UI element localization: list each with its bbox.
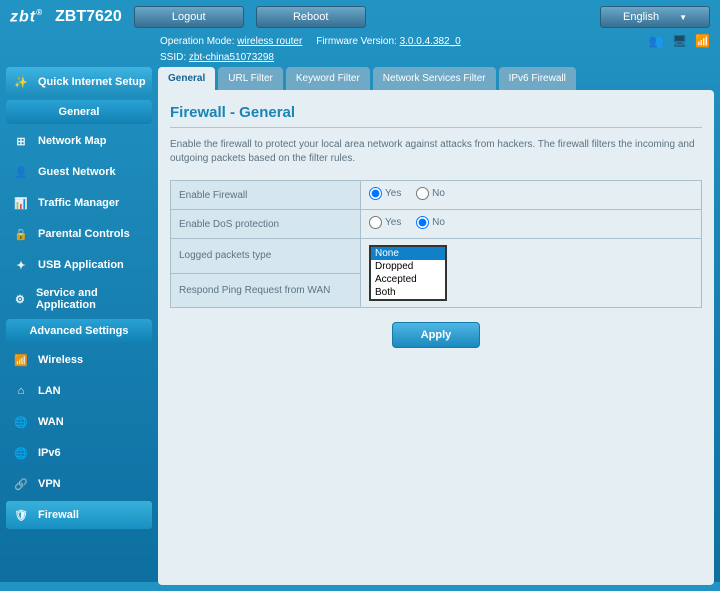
ssid-link[interactable]: zbt-china51073298 — [189, 52, 274, 63]
sidebar-item-parental-controls[interactable]: 🔒 Parental Controls — [6, 220, 152, 248]
network-map-icon: ⊞ — [12, 132, 30, 150]
shield-icon: 🛡 — [12, 506, 30, 524]
sidebar-item-wan[interactable]: 🌐 WAN — [6, 408, 152, 436]
sidebar-item-firewall[interactable]: 🛡 Firewall — [6, 501, 152, 529]
enable-dos-yes[interactable]: Yes — [369, 216, 401, 229]
sidebar-item-label: Parental Controls — [38, 228, 130, 240]
sidebar-item-label: Firewall — [38, 509, 79, 521]
sidebar-header-general: General — [6, 100, 152, 124]
quick-setup-button[interactable]: ✨ Quick Internet Setup — [6, 67, 152, 97]
apply-button[interactable]: Apply — [392, 322, 481, 348]
guest-network-icon: 👤 — [12, 163, 30, 181]
sidebar-item-wireless[interactable]: 📶 Wireless — [6, 346, 152, 374]
info-bar: Operation Mode: wireless router Firmware… — [0, 32, 720, 52]
gear-icon: ⚙ — [12, 290, 28, 308]
dropdown-opt-accepted[interactable]: Accepted — [371, 273, 445, 286]
globe-icon: 🌐 — [12, 413, 30, 431]
dropdown-opt-dropped[interactable]: Dropped — [371, 260, 445, 273]
enable-firewall-yes[interactable]: Yes — [369, 187, 401, 200]
logged-packets-dropdown[interactable]: None Dropped Accepted Both — [369, 245, 447, 301]
sidebar-item-label: VPN — [38, 478, 61, 490]
row-enable-dos-label: Enable DoS protection — [171, 210, 361, 239]
sidebar-item-label: LAN — [38, 385, 61, 397]
sidebar-item-guest-network[interactable]: 👤 Guest Network — [6, 158, 152, 186]
model-name: ZBT7620 — [55, 8, 122, 26]
op-mode-link[interactable]: wireless router — [237, 36, 302, 47]
vpn-icon: 🔗 — [12, 475, 30, 493]
row-respond-ping-label: Respond Ping Request from WAN — [171, 273, 361, 308]
row-enable-firewall-label: Enable Firewall — [171, 181, 361, 210]
settings-table: Enable Firewall Yes No Enable DoS protec… — [170, 180, 702, 308]
fw-version-link[interactable]: 3.0.0.4.382_0 — [400, 36, 461, 47]
sidebar-header-advanced: Advanced Settings — [6, 319, 152, 343]
sidebar-item-label: Guest Network — [38, 166, 116, 178]
display-icon[interactable]: 🖥 — [672, 34, 687, 48]
page-description: Enable the firewall to protect your loca… — [170, 138, 702, 166]
traffic-icon: 📊 — [12, 194, 30, 212]
sidebar-item-label: USB Application — [38, 259, 124, 271]
row-logged-packets-label: Logged packets type — [171, 239, 361, 274]
home-icon: ⌂ — [12, 382, 30, 400]
sidebar-item-vpn[interactable]: 🔗 VPN — [6, 470, 152, 498]
brand-logo: zbt® — [10, 8, 43, 26]
sidebar-item-label: Network Map — [38, 135, 106, 147]
enable-dos-no[interactable]: No — [416, 216, 445, 229]
sidebar-item-label: Traffic Manager — [38, 197, 119, 209]
tab-keyword-filter[interactable]: Keyword Filter — [286, 67, 370, 90]
lock-icon: 🔒 — [12, 225, 30, 243]
wifi-icon[interactable]: 📶 — [695, 34, 710, 48]
enable-firewall-no[interactable]: No — [416, 187, 445, 200]
tab-url-filter[interactable]: URL Filter — [218, 67, 283, 90]
sidebar-item-ipv6[interactable]: 🌐 IPv6 — [6, 439, 152, 467]
users-icon[interactable]: 👥 — [649, 34, 664, 48]
sidebar-item-lan[interactable]: ⌂ LAN — [6, 377, 152, 405]
dropdown-opt-both[interactable]: Both — [371, 286, 445, 299]
globe-icon: 🌐 — [12, 444, 30, 462]
tab-ipv6-firewall[interactable]: IPv6 Firewall — [499, 67, 576, 90]
sidebar-item-network-map[interactable]: ⊞ Network Map — [6, 127, 152, 155]
chevron-down-icon: ▼ — [679, 13, 687, 22]
sidebar-item-usb-application[interactable]: ✦ USB Application — [6, 251, 152, 279]
page-title: Firewall - General — [170, 104, 702, 121]
wifi-icon: 📶 — [12, 351, 30, 369]
sidebar-item-label: WAN — [38, 416, 64, 428]
sidebar: ✨ Quick Internet Setup General ⊞ Network… — [6, 67, 152, 585]
dropdown-opt-none[interactable]: None — [371, 247, 445, 260]
main-panel: Firewall - General Enable the firewall t… — [158, 90, 714, 585]
sidebar-item-traffic-manager[interactable]: 📊 Traffic Manager — [6, 189, 152, 217]
sidebar-item-service-application[interactable]: ⚙ Service and Application — [6, 282, 152, 316]
reboot-button[interactable]: Reboot — [256, 6, 366, 28]
sidebar-item-label: IPv6 — [38, 447, 61, 459]
language-dropdown[interactable]: English ▼ — [600, 6, 710, 28]
sidebar-item-label: Service and Application — [36, 287, 146, 311]
tab-general[interactable]: General — [158, 67, 215, 90]
sidebar-item-label: Wireless — [38, 354, 83, 366]
logout-button[interactable]: Logout — [134, 6, 244, 28]
magic-wand-icon: ✨ — [12, 73, 30, 91]
usb-icon: ✦ — [12, 256, 30, 274]
tab-network-services-filter[interactable]: Network Services Filter — [373, 67, 496, 90]
tab-bar: General URL Filter Keyword Filter Networ… — [158, 67, 714, 90]
